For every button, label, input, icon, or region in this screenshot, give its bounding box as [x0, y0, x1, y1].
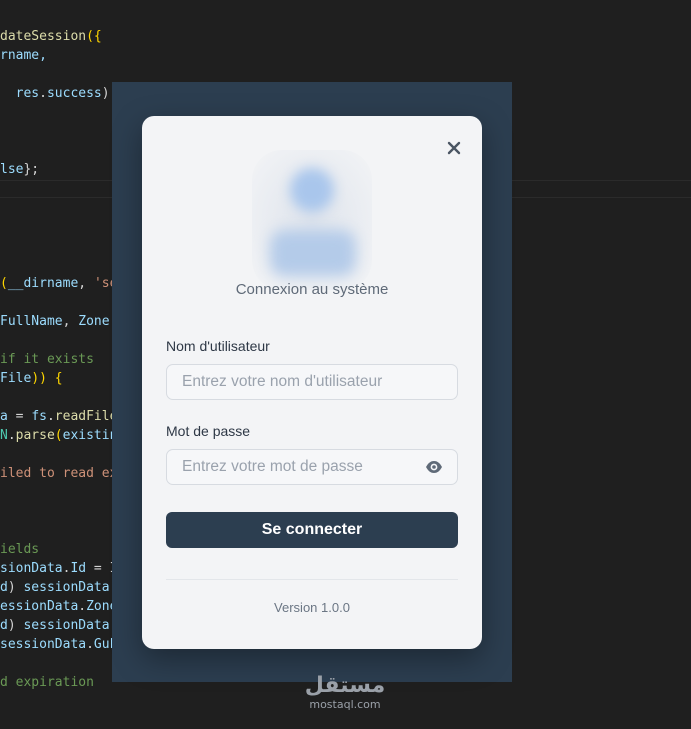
mostaql-watermark: مستقل mostaql.com [300, 674, 390, 716]
code-token: File [0, 371, 32, 386]
code-token: . [86, 637, 94, 652]
code-token: a [0, 409, 8, 424]
code-token: . [39, 86, 47, 101]
code-token: iled to read ex [0, 466, 118, 481]
code-token: d [0, 618, 8, 633]
code-line: iled to read ex [0, 464, 117, 483]
close-icon [447, 141, 461, 155]
code-token: sionData [0, 561, 63, 576]
login-button[interactable]: Se connecter [166, 512, 458, 548]
eye-icon [426, 461, 442, 473]
code-line: ields [0, 540, 39, 559]
code-line: (__dirname, 'se [0, 274, 117, 293]
code-token: ) [7, 580, 24, 595]
username-field-wrapper [166, 364, 458, 400]
code-token: , [62, 314, 79, 329]
code-token: sessionData [0, 637, 87, 652]
code-token: FullName [0, 314, 63, 329]
code-line: sionData.Id = I [0, 559, 117, 578]
code-line: d) sessionData. [0, 578, 117, 597]
code-token: }; [23, 162, 40, 177]
code-line: dateSession({ [0, 27, 102, 46]
code-token: readFile [54, 409, 118, 424]
code-token: __dirname [7, 276, 79, 291]
code-token: existin [62, 428, 118, 443]
password-field-wrapper [166, 449, 458, 485]
code-token: . [78, 599, 87, 614]
code-line: d) sessionData. [0, 616, 117, 635]
code-token: if it exists [0, 352, 94, 367]
code-token: success [46, 86, 102, 101]
code-line: N.parse(existin [0, 426, 117, 445]
code-token: parse [15, 428, 55, 443]
code-line: lse}; [0, 160, 39, 179]
code-line: FullName, Zone, [0, 312, 117, 331]
version-label: Version 1.0.0 [274, 600, 350, 615]
code-token: . [46, 409, 55, 424]
code-token: d [0, 580, 8, 595]
username-input[interactable] [167, 367, 422, 397]
login-subtitle: Connexion au système [235, 281, 389, 298]
toggle-password-visibility-button[interactable] [425, 459, 443, 475]
code-token: = [7, 409, 32, 424]
code-line: File)) { [0, 369, 63, 388]
code-token: sessionData [23, 580, 110, 595]
code-token: ( [0, 276, 8, 291]
code-token: )) { [31, 371, 63, 386]
code-token: res [0, 86, 40, 101]
app-logo [252, 150, 372, 290]
code-token: Zone [78, 314, 110, 329]
divider [166, 579, 458, 580]
code-token: essionData [0, 599, 79, 614]
code-token: sessionData [23, 618, 110, 633]
code-token: fs [31, 409, 47, 424]
code-token: ({ [86, 29, 102, 44]
close-button[interactable] [444, 138, 464, 158]
code-token: rname, [0, 48, 47, 63]
password-input[interactable] [167, 452, 422, 482]
code-token: ( [54, 428, 63, 443]
code-line: if it exists [0, 350, 94, 369]
code-line: res.success); [0, 84, 118, 103]
code-token: Id [70, 561, 87, 576]
code-line: d expiration [0, 673, 94, 692]
code-line: rname, [0, 46, 47, 65]
code-line: essionData.Zone [0, 597, 117, 616]
code-token: d expiration [0, 675, 94, 690]
watermark-latin: mostaql.com [309, 698, 381, 711]
login-modal: Connexion au système Nom d'utilisateur M… [142, 116, 482, 649]
password-label: Mot de passe [166, 423, 251, 439]
code-token: N [0, 428, 8, 443]
code-token: . [7, 428, 16, 443]
code-token: dateSession [0, 29, 87, 44]
code-line: a = fs.readFile [0, 407, 117, 426]
code-token: lse [0, 162, 24, 177]
code-token: ) [7, 618, 24, 633]
code-token: ields [0, 542, 40, 557]
username-label: Nom d'utilisateur [166, 338, 270, 354]
code-token: , [78, 276, 94, 291]
watermark-arabic: مستقل [304, 673, 386, 698]
